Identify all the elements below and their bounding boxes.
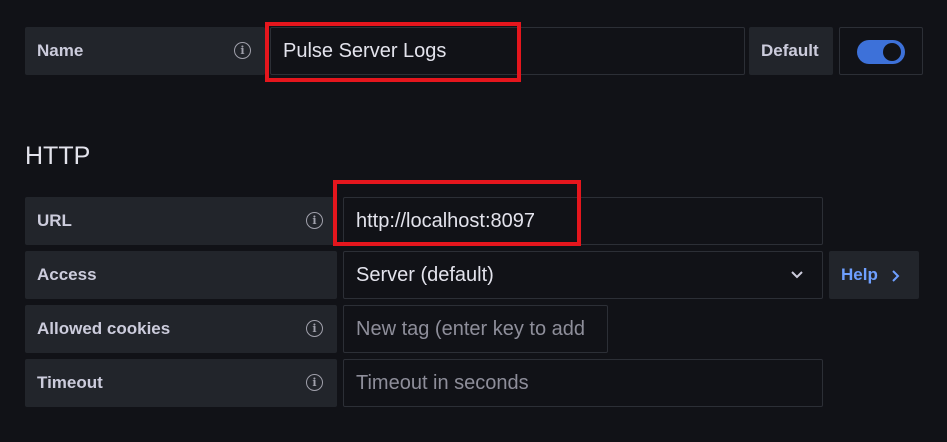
url-label: URL xyxy=(37,211,72,230)
access-selected-value: Server (default) xyxy=(356,263,494,286)
allowed-cookies-label: Allowed cookies xyxy=(37,319,171,338)
section-title-http: HTTP xyxy=(25,142,91,170)
chevron-right-icon xyxy=(892,270,900,282)
timeout-placeholder: Timeout in seconds xyxy=(356,371,529,394)
timeout-label-box: Timeout i xyxy=(25,359,337,407)
access-label-box: Access xyxy=(25,251,337,299)
help-label: Help xyxy=(841,265,878,284)
allowed-cookies-placeholder: New tag (enter key to add xyxy=(356,317,586,340)
default-toggle-container xyxy=(839,27,923,75)
name-label: Name xyxy=(37,41,84,60)
timeout-input[interactable]: Timeout in seconds xyxy=(343,359,823,407)
allowed-cookies-input[interactable]: New tag (enter key to add xyxy=(343,305,608,353)
access-label: Access xyxy=(37,265,97,284)
info-icon[interactable]: i xyxy=(306,320,323,337)
help-button[interactable]: Help xyxy=(829,251,919,299)
info-icon[interactable]: i xyxy=(234,42,251,59)
info-icon[interactable]: i xyxy=(306,374,323,391)
default-label-box: Default xyxy=(749,27,833,75)
url-input-value: http://localhost:8097 xyxy=(356,209,536,232)
name-label-box: Name i xyxy=(25,27,265,75)
timeout-label: Timeout xyxy=(37,373,103,392)
toggle-knob xyxy=(883,43,901,61)
url-label-box: URL i xyxy=(25,197,337,245)
allowed-cookies-label-box: Allowed cookies i xyxy=(25,305,337,353)
info-icon[interactable]: i xyxy=(306,212,323,229)
name-input-value: Pulse Server Logs xyxy=(283,39,447,62)
default-label: Default xyxy=(761,41,819,60)
chevron-down-icon xyxy=(791,271,803,279)
default-toggle[interactable] xyxy=(857,40,905,64)
access-select[interactable]: Server (default) xyxy=(343,251,823,299)
name-input[interactable]: Pulse Server Logs xyxy=(270,27,745,75)
url-input[interactable]: http://localhost:8097 xyxy=(343,197,823,245)
